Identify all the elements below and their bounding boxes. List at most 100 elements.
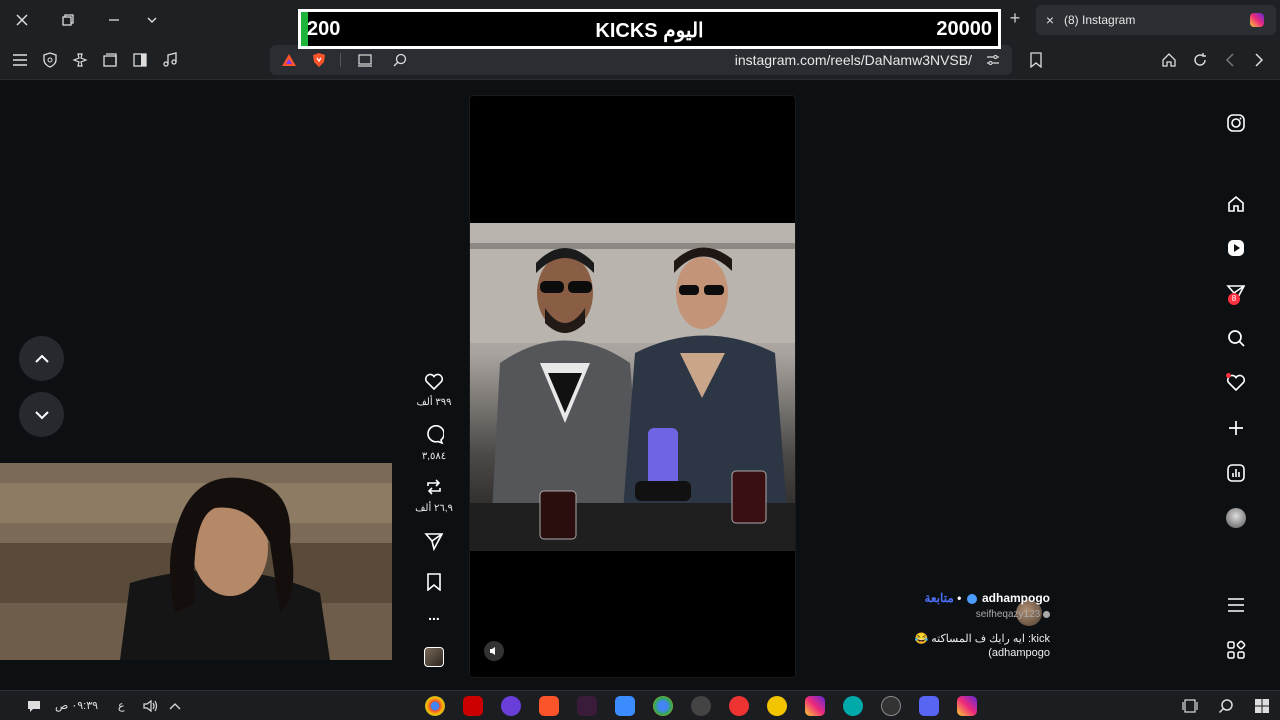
instagram-sidebar: 8 [1216,81,1256,690]
music-icon[interactable] [159,49,181,71]
bookmark-icon[interactable] [1025,49,1047,71]
clock-time[interactable]: ٠٩:٣٩ ص [55,699,98,712]
cast-icon[interactable] [354,49,376,71]
messages-badge: 8 [1228,293,1240,305]
notification-dot [1226,373,1231,378]
forward-icon[interactable] [1248,49,1270,71]
kicks-label: KICKS اليوم [595,20,704,42]
kicks-goal-bar: 200 KICKS اليوم 20000 [298,9,1001,49]
volume-icon[interactable] [141,696,161,716]
url-text: instagram.com/reels/DaNamw3NVSB/ [734,52,972,68]
chrome-canary-icon[interactable] [653,696,673,716]
media-player-icon[interactable] [691,696,711,716]
like-action[interactable]: ٣٩٩ ألف [414,373,454,408]
chevron-up-icon[interactable] [165,696,185,716]
app-teal-icon[interactable] [843,696,863,716]
tab-close-icon[interactable]: × [1036,12,1064,28]
brave-shield-icon[interactable] [308,49,330,71]
author-line: adhampogo • متابعة [860,591,1050,605]
kicks-goal-value: 20000 [936,18,992,40]
sidebar-icon[interactable] [129,49,151,71]
app-dark-icon[interactable] [577,696,597,716]
search-icon[interactable] [1224,326,1248,350]
address-divider [340,53,341,67]
minimize-window-icon[interactable] [102,8,126,32]
menu-icon[interactable] [9,49,31,71]
comment-action[interactable]: ٣,٥٨٤ [414,425,454,462]
create-icon[interactable] [1224,416,1248,440]
comments-count: ٣,٥٨٤ [421,451,447,462]
chrome-icon[interactable] [425,696,445,716]
repost-action[interactable]: ٢٦,٩ ألف [414,477,454,514]
extensions-icon[interactable] [69,49,91,71]
app-sphere-icon[interactable] [881,696,901,716]
brave-rewards-icon[interactable] [278,49,300,71]
separator-dot: • [957,591,962,605]
windows-taskbar: ٠٩:٣٩ ص ع [0,690,1280,720]
more-menu-icon[interactable] [1224,593,1248,617]
discord-icon[interactable] [919,696,939,716]
save-action[interactable] [414,573,454,596]
tabs-icon[interactable] [99,49,121,71]
instagram-app-icon[interactable] [805,696,825,716]
shield-icon[interactable] [39,49,61,71]
share-action[interactable] [414,531,454,556]
audio-thumbnail[interactable] [414,647,454,667]
instagram-favicon-icon [1250,13,1264,27]
input-language[interactable]: ع [118,699,125,712]
youtube-music-icon[interactable] [729,696,749,716]
messages-icon[interactable]: 8 [1224,281,1248,305]
comment-icon[interactable] [424,425,445,445]
more-options-button[interactable]: ... [414,607,454,623]
bookmark-icon[interactable] [426,573,442,592]
close-window-icon[interactable] [10,8,34,32]
reposts-count: ٢٦,٩ ألف [415,503,453,514]
user-icon [1043,610,1050,618]
previous-reel-button[interactable] [19,336,64,381]
profile-avatar-icon[interactable] [1224,506,1248,530]
address-bar[interactable]: instagram.com/reels/DaNamw3NVSB/ [270,45,1012,75]
back-icon[interactable] [1219,49,1241,71]
notifications-icon[interactable] [1224,371,1248,395]
heart-icon[interactable] [424,373,444,391]
collaborator: seifheqazy123 [860,609,1050,620]
author-name[interactable]: adhampogo [982,591,1050,605]
next-reel-button[interactable] [19,392,64,437]
new-tab-button[interactable]: + [1005,8,1025,32]
audio-cover-icon[interactable] [424,647,444,667]
tab-title: (8) Instagram [1064,13,1136,27]
chevron-down-icon[interactable] [140,8,164,32]
apps-icon[interactable] [1224,638,1248,662]
brave-icon[interactable] [539,696,559,716]
reel-video-frame[interactable] [470,223,795,551]
reel-video[interactable] [469,95,796,678]
task-view-icon[interactable] [1180,696,1200,716]
reels-icon[interactable] [1224,236,1248,260]
reel-caption: kick: ايه رايك ف المساكته 😂 adhampogo) [914,633,1051,659]
reel-info: adhampogo • متابعة seifheqazy123 kick: ا… [860,591,1050,660]
home-icon[interactable] [1158,49,1180,71]
streamer-webcam [0,463,392,660]
app-purple-icon[interactable] [501,696,521,716]
restore-window-icon[interactable] [56,8,80,32]
start-menu-icon[interactable] [1252,696,1272,716]
app-blue-icon[interactable] [615,696,635,716]
site-settings-icon[interactable] [982,49,1004,71]
insights-icon[interactable] [1224,461,1248,485]
mute-button[interactable] [484,641,504,661]
browser-tab[interactable]: × (8) Instagram [1036,5,1276,35]
app-yellow-icon[interactable] [767,696,787,716]
search-icon[interactable] [389,49,411,71]
home-icon[interactable] [1224,192,1248,216]
instagram-pwa-icon[interactable] [957,696,977,716]
follow-button[interactable]: متابعة [924,591,953,605]
instagram-logo-icon[interactable] [1224,111,1248,135]
search-icon[interactable] [1216,696,1236,716]
verified-icon [966,593,977,604]
notifications-center-icon[interactable] [24,696,44,716]
send-icon[interactable] [424,531,444,552]
collaborator-name[interactable]: seifheqazy123 [976,609,1041,620]
reload-icon[interactable] [1189,49,1211,71]
repost-icon[interactable] [424,477,444,497]
news-app-icon[interactable] [463,696,483,716]
